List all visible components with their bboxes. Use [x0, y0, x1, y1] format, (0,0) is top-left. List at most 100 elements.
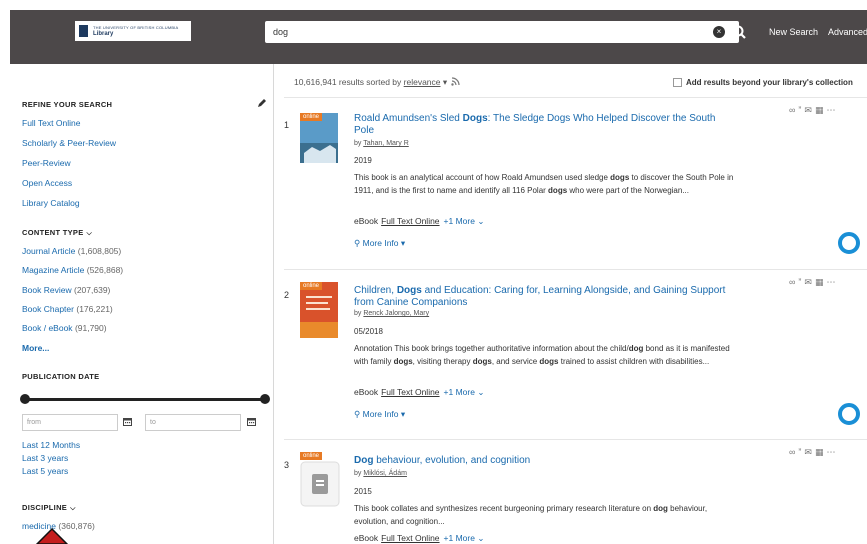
more-formats-label: +1 More — [443, 533, 475, 543]
logo-line1: THE UNIVERSITY OF BRITISH COLUMBIA — [93, 24, 179, 30]
email-icon[interactable]: ✉ — [804, 105, 815, 115]
snippet-text: who were part of the Norwegian... — [567, 185, 689, 195]
sort-dropdown[interactable]: relevance — [404, 77, 441, 87]
link-icon[interactable]: ∞ — [789, 447, 798, 457]
chevron-down-icon: ⌵ — [86, 230, 93, 237]
title-text: Roald Amundsen's Sled — [354, 113, 463, 124]
full-text-link[interactable]: Full Text Online — [381, 216, 439, 226]
format-label: eBook — [354, 216, 379, 226]
calendar-to-icon[interactable] — [247, 417, 256, 426]
mouse-pointer-icon — [35, 528, 69, 544]
new-search-link[interactable]: New Search — [769, 27, 818, 37]
content-type-magazine-article[interactable]: Magazine Article (526,868) — [22, 265, 123, 275]
content-type-book-chapter[interactable]: Book Chapter (176,221) — [22, 304, 113, 314]
refine-peer-review[interactable]: Peer-Review — [22, 158, 71, 168]
more-formats-link[interactable]: +1 More ⌄ — [444, 216, 485, 226]
rss-icon[interactable] — [451, 77, 460, 86]
snippet-highlight: dogs — [393, 356, 413, 366]
refine-open-access[interactable]: Open Access — [22, 178, 72, 188]
snippet-highlight: dogs — [472, 356, 492, 366]
content-type-title[interactable]: CONTENT TYPE ⌵ — [22, 228, 92, 238]
content-type-book-review[interactable]: Book Review (207,639) — [22, 285, 110, 295]
more-actions-icon[interactable]: ⋯ — [826, 105, 838, 115]
results-count: 10,616,941 results sorted by relevance ▾ — [294, 77, 460, 88]
magnifier-icon: ⚲ — [354, 409, 361, 419]
more-info-label: More Info — [362, 238, 399, 248]
content-type-label: CONTENT TYPE — [22, 228, 84, 237]
snippet-highlight: dog — [628, 344, 644, 353]
facet-label: Journal Article — [22, 246, 76, 256]
snippet-text: This book collates and synthesizes recen… — [354, 504, 654, 513]
refine-scholarly[interactable]: Scholarly & Peer-Review — [22, 138, 116, 148]
result-title-link[interactable]: Dog behaviour, evolution, and cognition — [354, 455, 734, 467]
more-actions-icon[interactable]: ⋯ — [826, 277, 838, 287]
more-actions-icon[interactable]: ⋯ — [826, 447, 838, 457]
more-formats-link[interactable]: +1 More ⌄ — [444, 533, 485, 543]
format-label: eBook — [354, 387, 379, 397]
full-text-link[interactable]: Full Text Online — [381, 533, 439, 543]
facet-count: (207,639) — [73, 285, 111, 295]
date-last-12-months[interactable]: Last 12 Months — [22, 440, 80, 450]
date-slider-max-handle[interactable] — [260, 394, 270, 404]
more-info-link[interactable]: ⚲ More Info ▾ — [354, 409, 405, 420]
email-icon[interactable]: ✉ — [804, 447, 815, 457]
book-cover-thumbnail[interactable]: online — [300, 282, 338, 338]
book-cover-thumbnail[interactable]: online — [300, 113, 338, 163]
folder-icon[interactable]: ▦ — [815, 447, 827, 457]
facet-label: Book / eBook — [22, 323, 73, 333]
snippet-text: trained to assist children with disabili… — [558, 356, 710, 366]
author-link[interactable]: Renck Jalongo, Mary — [363, 310, 429, 317]
result-date: 2019 — [354, 156, 372, 165]
author-link[interactable]: Tahan, Mary R — [363, 140, 409, 147]
date-to-input[interactable]: to — [145, 414, 241, 431]
date-last-3-years[interactable]: Last 3 years — [22, 453, 68, 463]
date-slider-track[interactable] — [24, 398, 265, 401]
more-formats-label: +1 More — [443, 216, 475, 226]
pencil-icon[interactable] — [257, 98, 267, 108]
author-link[interactable]: Miklósi, Ádám — [363, 470, 407, 477]
link-icon[interactable]: ∞ — [789, 277, 798, 287]
folder-icon[interactable]: ▦ — [815, 277, 827, 287]
folder-icon[interactable]: ▦ — [815, 105, 827, 115]
more-info-label: More Info — [362, 409, 399, 419]
snippet-highlight: dog — [653, 504, 668, 513]
result-format: eBook Full Text Online +1 More ⌄ — [354, 216, 484, 227]
full-text-link[interactable]: Full Text Online — [381, 387, 439, 397]
calendar-from-icon[interactable] — [123, 417, 132, 426]
link-icon[interactable]: ∞ — [789, 105, 798, 115]
date-last-5-years[interactable]: Last 5 years — [22, 466, 68, 476]
search-input[interactable] — [265, 21, 739, 43]
facet-label: Magazine Article — [22, 265, 85, 275]
search-icon[interactable] — [731, 23, 747, 41]
discipline-title[interactable]: DISCIPLINE ⌵ — [22, 503, 76, 513]
add-results-checkbox[interactable] — [673, 78, 682, 87]
result-title-link[interactable]: Children, Dogs and Education: Caring for… — [354, 285, 734, 309]
snippet-text: This book is an analytical account of ho… — [354, 173, 611, 182]
facet-count: (1,608,805) — [77, 246, 122, 256]
content-type-book-ebook[interactable]: Book / eBook (91,790) — [22, 323, 107, 333]
result-snippet: Annotation This book brings together aut… — [354, 343, 734, 368]
library-logo[interactable]: THE UNIVERSITY OF BRITISH COLUMBIA Libra… — [75, 21, 191, 41]
date-from-input[interactable]: from — [22, 414, 118, 431]
altmetric-badge[interactable] — [838, 403, 860, 425]
facet-label: Book Chapter — [22, 304, 74, 314]
more-info-link[interactable]: ⚲ More Info ▾ — [354, 238, 405, 249]
email-icon[interactable]: ✉ — [804, 277, 815, 287]
by-label: by — [354, 310, 362, 317]
result-snippet: This book is an analytical account of ho… — [354, 172, 734, 197]
clear-search-icon[interactable]: × — [713, 26, 725, 38]
result-title-link[interactable]: Roald Amundsen's Sled Dogs: The Sledge D… — [354, 113, 734, 137]
result-author: by Miklósi, Ádám — [354, 470, 407, 477]
altmetric-badge[interactable] — [838, 232, 860, 254]
result-author: by Renck Jalongo, Mary — [354, 310, 429, 317]
content-type-more-link[interactable]: More... — [22, 343, 49, 353]
advanced-search-link[interactable]: Advanced — [828, 27, 867, 37]
refine-full-text-online[interactable]: Full Text Online — [22, 118, 80, 128]
snippet-text: Annotation This book brings together aut… — [354, 344, 629, 353]
add-results-toggle[interactable]: Add results beyond your library's collec… — [673, 78, 853, 87]
content-type-journal-article[interactable]: Journal Article (1,608,805) — [22, 246, 121, 256]
date-slider-min-handle[interactable] — [20, 394, 30, 404]
book-cover-thumbnail[interactable]: online — [300, 452, 340, 508]
refine-library-catalog[interactable]: Library Catalog — [22, 198, 80, 208]
more-formats-link[interactable]: +1 More ⌄ — [444, 387, 485, 397]
